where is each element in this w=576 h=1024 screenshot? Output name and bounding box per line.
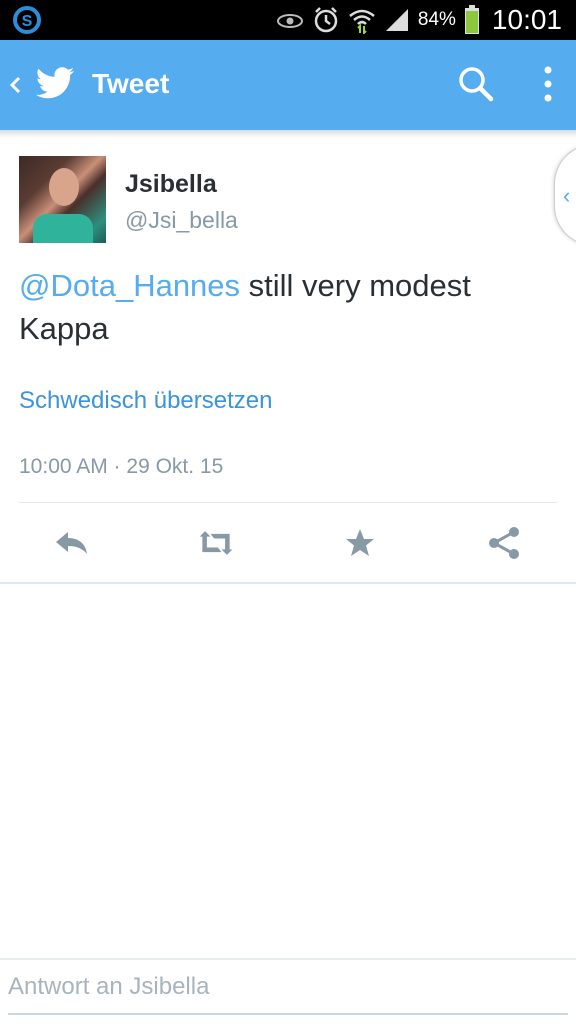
twitter-bird-icon[interactable] xyxy=(35,66,76,102)
avatar[interactable] xyxy=(19,156,106,243)
favorite-icon[interactable] xyxy=(340,526,380,560)
status-bar: S 84% 10:01 xyxy=(0,0,576,40)
drawer-handle[interactable]: ‹ xyxy=(554,144,576,246)
eye-icon xyxy=(276,10,304,30)
clock: 10:01 xyxy=(491,4,562,35)
svg-text:S: S xyxy=(22,13,33,30)
mention-link[interactable]: @Dota_Hannes xyxy=(19,268,240,303)
reply-input[interactable] xyxy=(0,962,574,1012)
divider xyxy=(0,582,576,584)
display-name[interactable]: Jsibella xyxy=(125,170,217,199)
battery-percent: 84% xyxy=(417,9,456,30)
alarm-icon xyxy=(312,6,340,34)
signal-icon xyxy=(384,7,410,33)
avatar-face xyxy=(49,168,79,206)
timestamp: 10:00 AM · 29 Okt. 15 xyxy=(19,455,224,478)
reply-input-underline xyxy=(8,1013,568,1015)
share-icon[interactable] xyxy=(484,526,524,560)
translate-link[interactable]: Schwedisch übersetzen xyxy=(19,387,272,415)
user-handle[interactable]: @Jsi_bella xyxy=(125,207,238,234)
tweet-text: @Dota_Hannes still very modest Kappa xyxy=(19,264,539,350)
more-icon[interactable] xyxy=(536,64,560,104)
battery-icon xyxy=(464,5,480,35)
reply-bar-border xyxy=(0,958,576,960)
page-title: Tweet xyxy=(92,68,170,99)
divider xyxy=(19,502,557,503)
search-icon[interactable] xyxy=(456,64,496,104)
tweet-actions xyxy=(0,518,576,568)
avatar-shirt xyxy=(33,214,93,243)
reply-icon[interactable] xyxy=(52,526,92,560)
action-bar-shadow xyxy=(0,130,576,138)
skype-icon: S xyxy=(12,6,42,34)
wifi-icon xyxy=(348,6,376,34)
back-icon[interactable] xyxy=(8,70,22,100)
action-bar: Tweet xyxy=(0,40,576,130)
retweet-icon[interactable] xyxy=(196,526,236,560)
chevron-left-icon: ‹ xyxy=(563,183,571,208)
